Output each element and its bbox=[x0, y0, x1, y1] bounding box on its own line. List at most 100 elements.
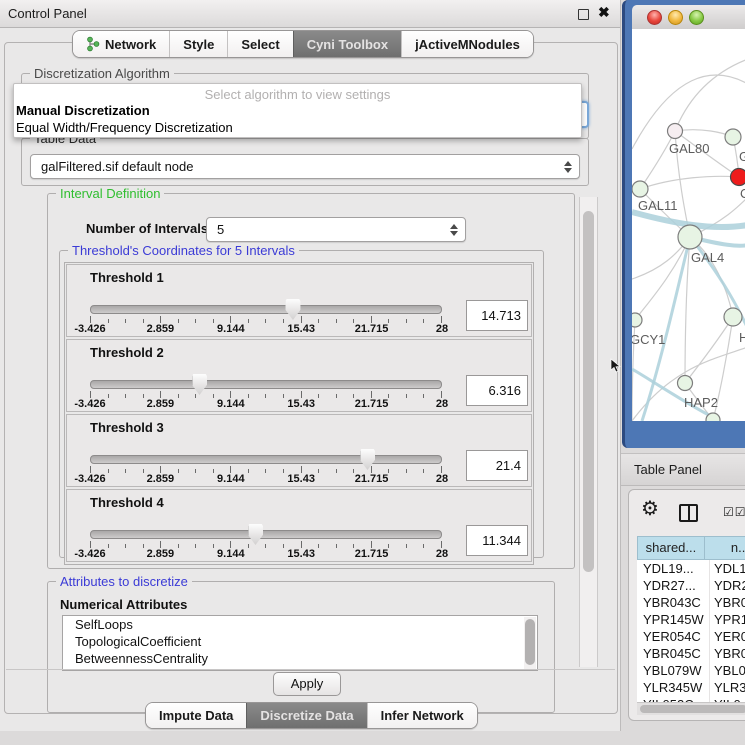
node-label: HAP2 bbox=[684, 395, 718, 410]
column-header-name[interactable]: n... bbox=[705, 537, 745, 559]
table-panel-titlebar: Table Panel bbox=[621, 453, 745, 486]
table-row[interactable]: YBR045CYBR0... bbox=[637, 645, 745, 662]
spinner-up-icon bbox=[564, 161, 572, 166]
threshold-4-row: Threshold 4 -3.426 2.859 9.144 15.43 21.… bbox=[66, 489, 532, 562]
threshold-1-slider[interactable] bbox=[90, 305, 442, 314]
node-partial[interactable] bbox=[706, 413, 720, 421]
desktop: Control Panel ✖ Discretization Algorithm… bbox=[0, 0, 745, 745]
combo-stepper[interactable] bbox=[562, 155, 574, 178]
table-row[interactable]: YPR145WYPR1... bbox=[637, 611, 745, 628]
node-hap2[interactable] bbox=[678, 376, 693, 391]
node-h[interactable] bbox=[724, 308, 742, 326]
cell[interactable]: YBR0... bbox=[710, 594, 745, 611]
cell[interactable]: YER0... bbox=[710, 628, 745, 645]
number-of-intervals-label: Number of Intervals bbox=[86, 221, 208, 236]
attributes-group-title: Attributes to discretize bbox=[56, 574, 192, 589]
cell[interactable]: YDR2... bbox=[710, 577, 745, 594]
cell[interactable]: YBL0... bbox=[710, 662, 745, 679]
tick-label: 28 bbox=[436, 323, 448, 335]
node-gal4[interactable] bbox=[678, 225, 702, 249]
window-close-button[interactable] bbox=[647, 10, 662, 25]
control-panel-tabs: Network Style Select Cyni Toolbox jActiv… bbox=[72, 30, 534, 58]
table-row[interactable]: YDL19...YDL1... bbox=[637, 560, 745, 577]
window-zoom-button[interactable] bbox=[689, 10, 704, 25]
list-item[interactable]: BetweennessCentrality bbox=[63, 650, 537, 667]
tab-label: Infer Network bbox=[381, 708, 464, 723]
table-row[interactable]: YBR043CYBR0... bbox=[637, 594, 745, 611]
tab-cyni-toolbox[interactable]: Cyni Toolbox bbox=[293, 31, 401, 57]
table-row[interactable]: YER054CYER0... bbox=[637, 628, 745, 645]
threshold-1-row: Threshold 1 -3.426 2.859 9.144 15.43 21.… bbox=[66, 264, 532, 337]
checkbox-icons[interactable]: ☑☑ bbox=[723, 505, 745, 519]
panel-scrollbar[interactable] bbox=[579, 197, 598, 667]
node-label: GAL11 bbox=[638, 198, 678, 213]
threshold-3-value-field[interactable]: 21.4 bbox=[466, 450, 528, 481]
node-highlighted[interactable] bbox=[731, 169, 745, 186]
threshold-1-value-field[interactable]: 14.713 bbox=[466, 300, 528, 331]
threshold-4-slider[interactable] bbox=[90, 530, 442, 539]
table-horizontal-scrollbar[interactable] bbox=[637, 702, 745, 715]
tab-jactivemnodules[interactable]: jActiveMNodules bbox=[401, 31, 533, 57]
node-g[interactable] bbox=[725, 129, 741, 145]
spinner-down-icon bbox=[564, 168, 572, 173]
threshold-2-slider[interactable] bbox=[90, 380, 442, 389]
threshold-2-value-field[interactable]: 6.316 bbox=[466, 375, 528, 406]
table-row[interactable]: YBL079WYBL0... bbox=[637, 662, 745, 679]
cell[interactable]: YDL1... bbox=[710, 560, 745, 577]
network-canvas[interactable]: GAL80 G C GAL11 GAL4 GCY1 H HAP2 bbox=[632, 29, 745, 421]
node-gcy1[interactable] bbox=[632, 313, 642, 327]
window-minimize-button[interactable] bbox=[668, 10, 683, 25]
list-item[interactable]: TopologicalCoefficient bbox=[63, 633, 537, 650]
cell[interactable]: YBR043C bbox=[637, 594, 710, 611]
scrollbar-thumb[interactable] bbox=[640, 705, 745, 713]
tab-impute-data[interactable]: Impute Data bbox=[146, 703, 246, 728]
cell[interactable]: YBR0... bbox=[710, 645, 745, 662]
tab-select[interactable]: Select bbox=[227, 31, 292, 57]
slider-scale: -3.426 2.859 9.144 15.43 21.715 28 bbox=[90, 548, 442, 560]
gear-icon[interactable]: ⚙ bbox=[641, 496, 659, 521]
cell[interactable]: YBR045C bbox=[637, 645, 710, 662]
list-item[interactable]: SelfLoops bbox=[63, 616, 537, 633]
table-row[interactable]: YDR27...YDR2... bbox=[637, 577, 745, 594]
numerical-attributes-label: Numerical Attributes bbox=[60, 597, 187, 612]
tab-discretize-data[interactable]: Discretize Data bbox=[246, 703, 366, 728]
node-gal11[interactable] bbox=[632, 181, 648, 197]
combo-stepper[interactable] bbox=[448, 218, 460, 241]
column-header-shared[interactable]: shared... bbox=[638, 537, 705, 559]
cell[interactable]: YPR1... bbox=[710, 611, 745, 628]
apply-button[interactable]: Apply bbox=[273, 672, 341, 696]
cell[interactable]: YER054C bbox=[637, 628, 710, 645]
tab-network[interactable]: Network bbox=[73, 31, 169, 57]
popup-option-manual-discretization[interactable]: Manual Discretization bbox=[16, 103, 150, 118]
columns-icon[interactable] bbox=[679, 504, 698, 522]
cell[interactable]: YDL19... bbox=[637, 560, 710, 577]
tab-style[interactable]: Style bbox=[169, 31, 227, 57]
float-window-icon[interactable] bbox=[578, 9, 589, 20]
number-of-intervals-combobox[interactable]: 5 bbox=[206, 217, 466, 242]
tick-label: -3.426 bbox=[74, 398, 105, 410]
scrollbar-thumb[interactable] bbox=[525, 619, 535, 665]
threshold-3-slider[interactable] bbox=[90, 455, 442, 464]
tick-label: 15.43 bbox=[287, 323, 315, 335]
algorithm-dropdown-popup: Select algorithm to view settings Manual… bbox=[13, 83, 582, 138]
list-scrollbar[interactable] bbox=[524, 617, 536, 669]
table-data-combobox[interactable]: galFiltered.sif default node bbox=[30, 154, 580, 179]
popup-option-equal-width-frequency[interactable]: Equal Width/Frequency Discretization bbox=[16, 120, 233, 135]
tick-label: 21.715 bbox=[355, 548, 389, 560]
control-panel-titlebar: Control Panel ✖ bbox=[0, 0, 620, 28]
threshold-4-value-field[interactable]: 11.344 bbox=[466, 525, 528, 556]
close-icon[interactable]: ✖ bbox=[598, 4, 610, 21]
cell[interactable]: YLR3... bbox=[710, 679, 745, 696]
cell[interactable]: YDR27... bbox=[637, 577, 710, 594]
cell[interactable]: YBL079W bbox=[637, 662, 710, 679]
threshold-3-label: Threshold 3 bbox=[90, 420, 164, 435]
table-row[interactable]: YLR345WYLR3... bbox=[637, 679, 745, 696]
cell[interactable]: YLR345W bbox=[637, 679, 710, 696]
tab-infer-network[interactable]: Infer Network bbox=[367, 703, 477, 728]
node-label: G bbox=[739, 149, 745, 164]
scrollbar-thumb[interactable] bbox=[583, 211, 594, 572]
numerical-attributes-list[interactable]: SelfLoops TopologicalCoefficient Between… bbox=[62, 615, 538, 671]
cell[interactable]: YPR145W bbox=[637, 611, 710, 628]
cyni-toolbox-panel: Discretization Algorithm Table Data galF… bbox=[4, 42, 618, 714]
node-gal80[interactable] bbox=[668, 124, 683, 139]
